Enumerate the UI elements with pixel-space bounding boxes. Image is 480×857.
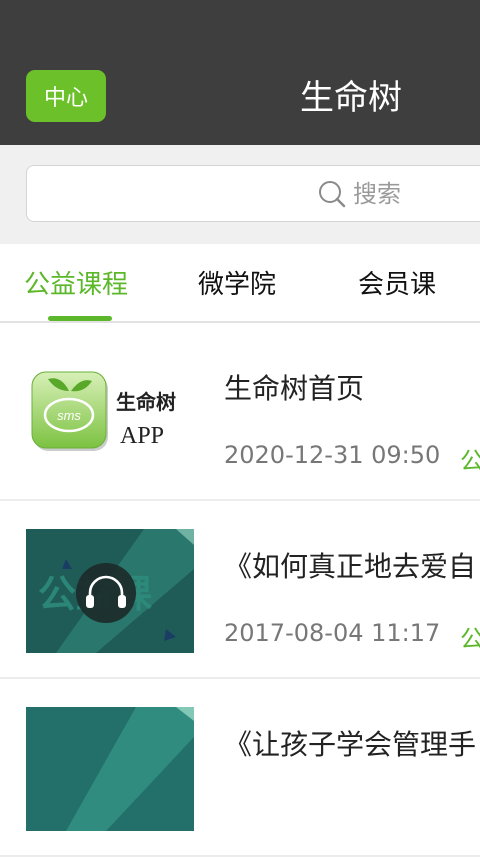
- course-banner-image: [26, 707, 194, 831]
- app-logo-thumbnail: sms 生命树 APP: [26, 351, 194, 475]
- item-title: 《让孩子学会管理手: [224, 728, 477, 761]
- app-header: 中心 生命树: [0, 0, 480, 145]
- logo-sub: APP: [120, 423, 164, 449]
- item-title: 生命树首页: [224, 372, 365, 405]
- item-date: 2020-12-31 09:50: [224, 441, 441, 469]
- search-area: [0, 145, 480, 244]
- list-item[interactable]: 《让孩子学会管理手: [0, 679, 480, 857]
- item-tag: 公: [460, 625, 480, 653]
- item-tag: 公: [460, 447, 480, 475]
- center-button[interactable]: 中心: [26, 70, 106, 122]
- tab-micro-academy[interactable]: 微学院: [198, 244, 276, 321]
- item-date: 2017-08-04 11:17: [224, 619, 441, 647]
- search-icon: [319, 181, 346, 208]
- tab-member-courses[interactable]: 会员课: [358, 244, 436, 321]
- course-banner-thumbnail: 公益课: [26, 529, 194, 653]
- search-input[interactable]: [353, 166, 480, 221]
- app-logo-image: sms 生命树 APP: [31, 371, 176, 451]
- list-item[interactable]: sms 生命树 APP 生命树首页 2020-12-31 09:50 公: [0, 323, 480, 501]
- tab-public-courses[interactable]: 公益课程: [24, 244, 128, 321]
- logo-text: sms: [57, 408, 81, 423]
- page-title: 生命树: [300, 78, 402, 118]
- course-banner-thumbnail: [26, 707, 194, 831]
- course-banner-image: 公益课: [26, 529, 194, 653]
- tab-bar: 公益课程 微学院 会员课: [0, 244, 480, 323]
- logo-name: 生命树: [116, 390, 176, 414]
- list-item[interactable]: 公益课 《如何真正地去爱自 2017-08-04 11:17 公: [0, 501, 480, 679]
- item-title: 《如何真正地去爱自: [224, 550, 477, 583]
- search-box[interactable]: [26, 165, 480, 222]
- active-tab-indicator: [48, 316, 112, 321]
